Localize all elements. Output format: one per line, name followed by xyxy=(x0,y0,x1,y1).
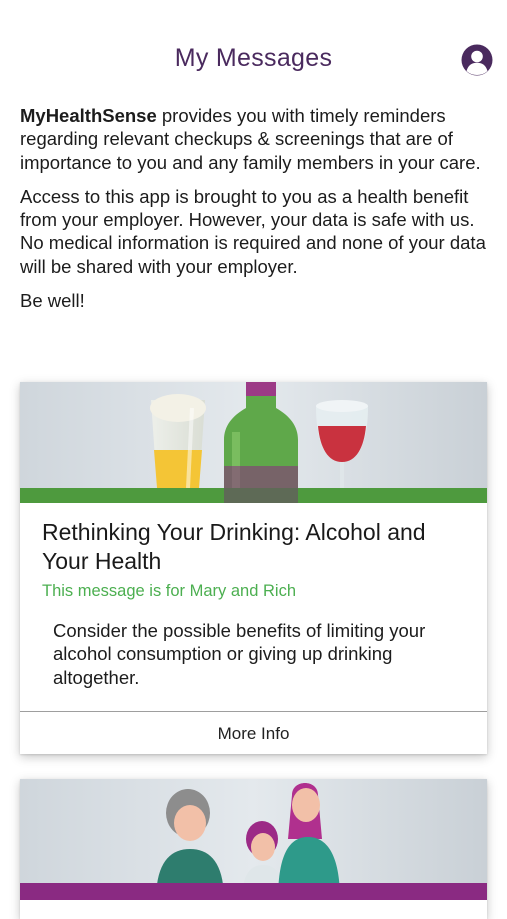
message-recipients: This message is for Mary and Rich xyxy=(42,582,297,600)
message-description: Consider the possible benefits of limiti… xyxy=(53,620,426,688)
family-illustration-icon xyxy=(20,779,487,900)
message-card xyxy=(20,779,487,919)
message-card: Rethinking Your Drinking: Alcohol and Yo… xyxy=(20,382,487,754)
page-title: My Messages xyxy=(174,44,333,72)
drinks-illustration-icon xyxy=(20,382,487,503)
intro-text: MyHealthSense provides you with timely r… xyxy=(20,104,490,323)
message-title: Rethinking Your Drinking: Alcohol and Yo… xyxy=(42,519,426,574)
more-info-button[interactable]: More Info xyxy=(20,712,487,754)
account-icon[interactable] xyxy=(461,44,493,76)
intro-paragraph-2: Access to this app is brought to you as … xyxy=(20,185,486,277)
intro-paragraph-3: Be well! xyxy=(20,290,85,312)
app-header: My Messages xyxy=(0,0,507,110)
intro-paragraph-1: MyHealthSense provides you with timely r… xyxy=(20,104,490,174)
brand-name: MyHealthSense xyxy=(20,105,157,126)
